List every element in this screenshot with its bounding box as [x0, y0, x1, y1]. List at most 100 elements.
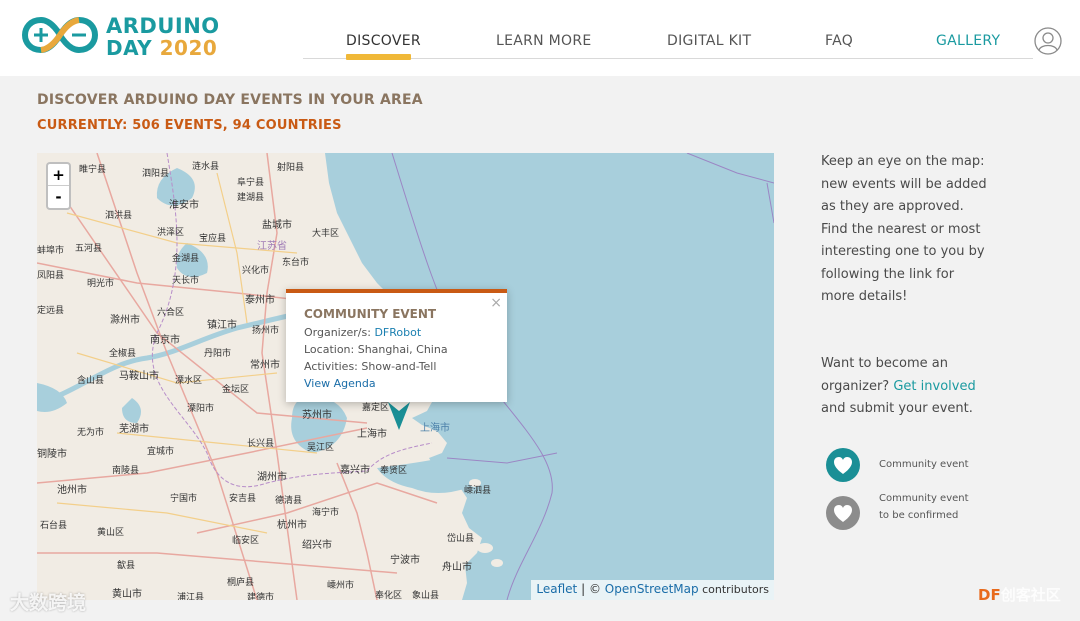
- map-label: 镇江市: [207, 320, 237, 331]
- map-label: 舟山市: [442, 562, 472, 573]
- legend-unconfirmed-line2: to be confirmed: [879, 510, 959, 521]
- map-label: 桐庐县: [227, 578, 255, 588]
- map-label: 杭州市: [277, 520, 307, 531]
- map-label: 黄山区: [97, 528, 125, 538]
- map-label: 溧水区: [175, 376, 203, 386]
- map-label: 定远县: [37, 306, 65, 316]
- header: ARDUINO DAY 2020 DISCOVER LEARN MORE DIG…: [0, 0, 1080, 76]
- map-label: 金坛区: [222, 385, 250, 395]
- map-label: 明光市: [87, 279, 115, 289]
- map-label: 岱山县: [447, 534, 475, 544]
- osm-link[interactable]: OpenStreetMap: [605, 582, 699, 596]
- page-title: DISCOVER ARDUINO DAY EVENTS IN YOUR AREA: [37, 92, 423, 108]
- nav-learn-more[interactable]: LEARN MORE: [496, 33, 592, 49]
- map-label: 兴化市: [242, 266, 270, 276]
- map-label: 安吉县: [229, 494, 257, 504]
- map-label: 上海市: [357, 429, 387, 440]
- map-label: 宁国市: [170, 494, 198, 504]
- map-label: 铜陵市: [37, 449, 67, 460]
- map-label: 丹阳市: [204, 349, 232, 359]
- main-nav: DISCOVER LEARN MORE DIGITAL KIT FAQ GALL…: [303, 0, 1033, 60]
- map-label: 涟水县: [192, 162, 220, 172]
- map-label: 射阳县: [277, 163, 305, 173]
- map-attribution: Leaflet | © OpenStreetMap contributors: [531, 580, 774, 600]
- map-label: 歙县: [117, 561, 136, 571]
- map-label: 淮安市: [169, 200, 199, 211]
- view-agenda-link[interactable]: View Agenda: [304, 377, 376, 390]
- event-marker-icon[interactable]: [385, 399, 413, 433]
- arduino-day-logo[interactable]: ARDUINO DAY 2020: [22, 14, 222, 60]
- map-label: 泰州市: [245, 295, 275, 306]
- map-label: 六合区: [157, 308, 185, 318]
- watermark-df: DF: [978, 586, 1001, 604]
- map-label: 扬州市: [252, 326, 280, 336]
- zoom-out-button[interactable]: -: [48, 186, 69, 208]
- map-label: 海宁市: [312, 508, 340, 518]
- map-label: 天长市: [172, 276, 200, 286]
- map-label: 含山县: [77, 376, 105, 386]
- map-label: 阜宁县: [237, 178, 265, 188]
- map-label: 江苏省: [257, 241, 287, 252]
- popup-title: COMMUNITY EVENT: [304, 307, 437, 321]
- legend-unconfirmed-line1: Community event: [879, 493, 969, 504]
- map-label: 睢宁县: [79, 165, 107, 175]
- map-label: 蚌埠市: [37, 246, 65, 256]
- nav-faq[interactable]: FAQ: [825, 33, 853, 49]
- popup-activities: Activities: Show-and-Tell: [304, 360, 437, 373]
- nav-gallery[interactable]: GALLERY: [936, 33, 1000, 49]
- map-label: 无为市: [77, 428, 105, 438]
- map-label: 嵊州市: [327, 581, 355, 591]
- map-label: 常州市: [250, 360, 280, 371]
- map-label: 凤阳县: [37, 271, 65, 281]
- leaflet-link[interactable]: Leaflet: [536, 582, 577, 596]
- logo-year: 2020: [159, 36, 218, 60]
- watermark-community: 创客社区: [1000, 586, 1061, 604]
- community-event-heart-icon: [826, 448, 860, 482]
- map-label: 溧阳市: [187, 404, 215, 414]
- watermark-left: 大数跨境: [10, 592, 87, 614]
- map-label: 象山县: [412, 591, 440, 600]
- map-label: 东台市: [282, 258, 310, 268]
- map-label: 宜城市: [147, 447, 175, 457]
- watermark-right: DF创客社区: [978, 584, 1061, 605]
- map-label: 黄山市: [112, 589, 142, 600]
- map-label: 马鞍山市: [119, 371, 159, 382]
- map-label: 金湖县: [172, 254, 200, 264]
- nav-discover[interactable]: DISCOVER: [346, 33, 421, 49]
- map-label: 吴江区: [307, 443, 335, 453]
- map-label: 建湖县: [237, 193, 265, 203]
- zoom-in-button[interactable]: +: [48, 164, 69, 186]
- nav-digital-kit[interactable]: DIGITAL KIT: [667, 33, 751, 49]
- map-label: 嵊泗县: [464, 486, 492, 496]
- nav-active-indicator: [346, 54, 411, 60]
- attrib-sep: | ©: [577, 582, 605, 596]
- map-label: 奉化区: [375, 591, 403, 600]
- map-label: 盐城市: [262, 220, 292, 231]
- map-label: 滁州市: [110, 315, 140, 326]
- logo-text-arduino: ARDUINO: [106, 14, 220, 38]
- popup-location: Location: Shanghai, China: [304, 343, 448, 356]
- map-label: 浦江县: [177, 593, 205, 600]
- map-label: 苏州市: [302, 410, 332, 421]
- map-label: 宝应县: [199, 234, 227, 244]
- popup-organizer: Organizer/s: DFRobot: [304, 326, 421, 339]
- map-label: 五河县: [75, 244, 103, 254]
- map-label: 奉贤区: [380, 466, 408, 476]
- map-label: 泗洪县: [105, 211, 133, 221]
- map-label-shanghai: 上海市: [420, 423, 450, 434]
- popup-organizer-label: Organizer/s:: [304, 326, 375, 339]
- unconfirmed-event-heart-icon: [826, 496, 860, 530]
- cta-post: and submit your event.: [821, 401, 973, 416]
- logo-day: DAY: [106, 36, 153, 60]
- map-label: 湖州市: [257, 472, 287, 483]
- events-map[interactable]: 睢宁县 泗阳县 涟水县 射阳县 阜宁县 建湖县 淮安市 泗洪县 盐城市 洪泽区 …: [37, 153, 774, 600]
- popup-close-button[interactable]: ×: [490, 295, 502, 311]
- popup-organizer-link[interactable]: DFRobot: [374, 326, 421, 339]
- user-icon[interactable]: [1034, 27, 1062, 55]
- get-involved-link[interactable]: Get involved: [893, 379, 975, 394]
- organizer-cta: Want to become an organizer? Get involve…: [821, 353, 991, 421]
- event-popup: × COMMUNITY EVENT Organizer/s: DFRobot L…: [286, 289, 507, 402]
- map-label: 石台县: [40, 521, 68, 531]
- map-label: 长兴县: [247, 439, 275, 449]
- map-label: 大丰区: [312, 229, 340, 239]
